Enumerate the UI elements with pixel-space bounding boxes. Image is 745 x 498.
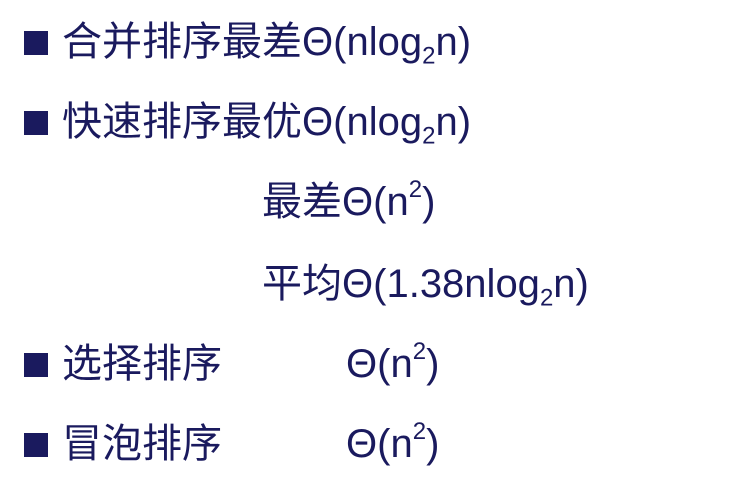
merge-sort-worst-formula: Θ(nlog2n) — [302, 18, 472, 70]
log-base-subscript: 2 — [422, 42, 436, 70]
selection-sort-formula: Θ(n2) — [346, 340, 439, 388]
theta-symbol: Θ — [346, 342, 378, 386]
quick-sort-best-label: 快速排序最优 — [62, 100, 302, 144]
theta-symbol: Θ — [302, 100, 334, 144]
quick-sort-average-formula: Θ(1.38nlog2n) — [342, 260, 589, 312]
close-paren: ) — [457, 20, 472, 64]
merge-sort-worst-label: 合并排序最差 — [62, 20, 302, 64]
log-base-subscript: 2 — [539, 284, 554, 312]
formula-main: n — [386, 180, 409, 224]
close-paren: ) — [422, 180, 436, 224]
close-paren: ) — [426, 342, 440, 386]
selection-sort-line: 选择排序 Θ(n2) — [24, 340, 439, 388]
square-bullet-icon — [24, 31, 48, 55]
theta-symbol: Θ — [302, 20, 334, 64]
open-paren: ( — [333, 20, 347, 64]
slide: 合并排序最差Θ(nlog2n) 快速排序最优Θ(nlog2n) 最差Θ(n2) … — [0, 0, 745, 498]
open-paren: ( — [373, 180, 387, 224]
quick-sort-worst-formula: Θ(n2) — [342, 178, 435, 226]
bubble-sort-label: 冒泡排序 — [62, 422, 222, 466]
theta-symbol: Θ — [342, 262, 374, 306]
log-base-subscript: 2 — [422, 122, 436, 150]
formula-main: n — [390, 422, 413, 466]
square-bullet-icon — [24, 353, 48, 377]
exponent-superscript: 2 — [412, 418, 427, 445]
quick-sort-average-line: 平均Θ(1.38nlog2n) — [262, 260, 589, 312]
formula-tail: n — [553, 262, 576, 306]
quick-sort-average-label: 平均 — [262, 262, 342, 306]
open-paren: ( — [373, 262, 387, 306]
exponent-superscript: 2 — [412, 338, 427, 365]
quick-sort-best-formula: Θ(nlog2n) — [302, 98, 472, 150]
theta-symbol: Θ — [346, 422, 378, 466]
open-paren: ( — [377, 422, 391, 466]
square-bullet-icon — [24, 433, 48, 457]
square-bullet-icon — [24, 111, 48, 135]
merge-sort-worst-line: 合并排序最差Θ(nlog2n) — [24, 18, 472, 70]
selection-sort-label: 选择排序 — [62, 342, 222, 386]
formula-main: nlog — [346, 20, 423, 64]
theta-symbol: Θ — [342, 180, 374, 224]
formula-main: 1.38nlog — [386, 262, 540, 306]
close-paren: ) — [426, 422, 440, 466]
open-paren: ( — [333, 100, 347, 144]
open-paren: ( — [377, 342, 391, 386]
formula-tail: n — [435, 100, 458, 144]
formula-tail: n — [435, 20, 458, 64]
formula-main: n — [390, 342, 413, 386]
quick-sort-worst-line: 最差Θ(n2) — [262, 178, 435, 226]
close-paren: ) — [575, 262, 589, 306]
quick-sort-worst-label: 最差 — [262, 180, 342, 224]
bubble-sort-formula: Θ(n2) — [346, 420, 439, 468]
exponent-superscript: 2 — [408, 176, 423, 203]
close-paren: ) — [457, 100, 472, 144]
bubble-sort-line: 冒泡排序 Θ(n2) — [24, 420, 439, 468]
formula-main: nlog — [346, 100, 423, 144]
quick-sort-best-line: 快速排序最优Θ(nlog2n) — [24, 98, 472, 150]
